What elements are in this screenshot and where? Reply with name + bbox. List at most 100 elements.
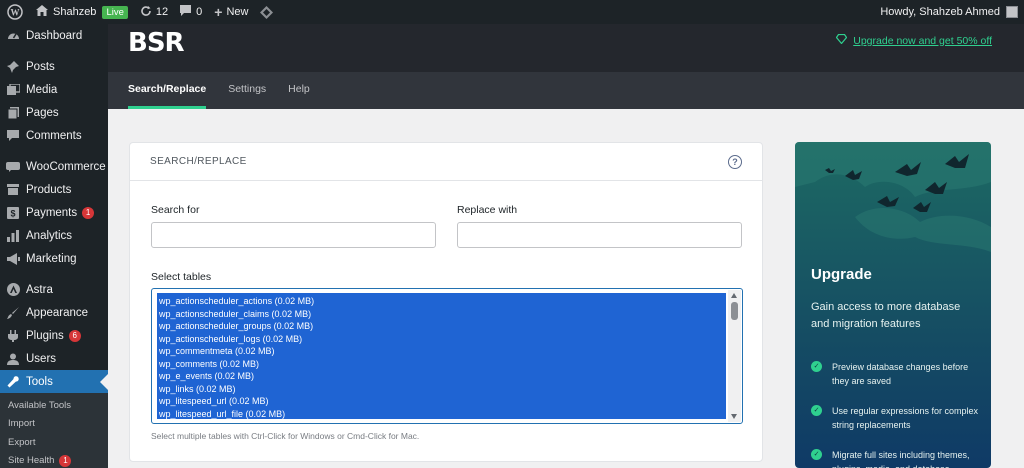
pin-icon — [6, 60, 20, 74]
site-health-count-badge: 1 — [59, 454, 72, 467]
scroll-thumb[interactable] — [731, 302, 738, 320]
scroll-down-arrow-icon[interactable] — [731, 414, 737, 419]
admin-bar: W Shahzeb Live 12 0 + New Howdy, Shahzeb… — [0, 0, 1024, 24]
sidebar-item-analytics[interactable]: Analytics — [0, 224, 108, 247]
svg-text:W: W — [11, 8, 20, 18]
new-content-link[interactable]: + New — [208, 0, 254, 24]
sidebar-item-pages[interactable]: Pages — [0, 101, 108, 124]
table-option[interactable]: wp_comments (0.02 MB) — [157, 358, 726, 371]
sidebar-item-label: Marketing — [26, 252, 77, 265]
submenu-item-import[interactable]: Import — [0, 415, 108, 434]
tab-search-replace[interactable]: Search/Replace — [128, 72, 207, 109]
sidebar-item-label: Pages — [26, 106, 59, 119]
sidebar-item-label: Appearance — [26, 306, 89, 319]
svg-text:$: $ — [10, 208, 15, 218]
submenu-item-label: Export — [8, 436, 36, 448]
sidebar-item-dashboard[interactable]: Dashboard — [0, 24, 108, 47]
sidebar-item-users[interactable]: Users — [0, 347, 108, 370]
search-for-label: Search for — [151, 204, 200, 216]
submenu-item-export[interactable]: Export — [0, 433, 108, 452]
submenu-item-available-tools[interactable]: Available Tools — [0, 396, 108, 415]
sidebar-item-media[interactable]: Media — [0, 78, 108, 101]
wordpress-logo-icon[interactable]: W — [0, 0, 30, 24]
sidebar-item-label: Dashboard — [26, 29, 83, 42]
table-option[interactable]: wp_commentmeta (0.02 MB) — [157, 345, 726, 358]
search-input[interactable] — [151, 222, 436, 248]
table-option[interactable]: wp_actionscheduler_groups (0.02 MB) — [157, 320, 726, 333]
table-option[interactable]: wp_actionscheduler_actions (0.02 MB) — [157, 295, 726, 308]
check-icon: ✓ — [811, 405, 822, 416]
admin-sidebar: Dashboard Posts Media Pages Comments Woo… — [0, 24, 108, 468]
sidebar-item-plugins[interactable]: Plugins 6 — [0, 324, 108, 347]
sidebar-item-tools[interactable]: Tools — [0, 370, 108, 393]
bsr-logo: BSR — [128, 28, 185, 58]
sidebar-item-products[interactable]: Products — [0, 178, 108, 201]
promo-title: Upgrade — [811, 266, 872, 283]
table-option[interactable]: wp_litespeed_url (0.02 MB) — [157, 395, 726, 408]
sidebar-item-astra[interactable]: Astra — [0, 278, 108, 301]
plus-icon: + — [214, 4, 223, 20]
dashboard-icon — [6, 29, 20, 43]
upgrade-link-label: Upgrade now and get 50% off — [853, 34, 992, 47]
site-name-link[interactable]: Shahzeb Live — [30, 0, 134, 24]
tables-select[interactable]: wp_actionscheduler_actions (0.02 MB) wp_… — [151, 288, 743, 424]
scroll-up-arrow-icon[interactable] — [731, 293, 737, 298]
payments-count-badge: 1 — [82, 206, 95, 219]
table-option[interactable]: wp_e_events (0.02 MB) — [157, 370, 726, 383]
comments-count: 0 — [196, 6, 203, 18]
table-option[interactable]: wp_links (0.02 MB) — [157, 383, 726, 396]
account-menu[interactable]: Howdy, Shahzeb Ahmed — [874, 0, 1024, 24]
sidebar-item-woocommerce[interactable]: WooCommerce — [0, 155, 108, 178]
sidebar-item-label: Payments — [26, 206, 78, 219]
megaphone-icon — [6, 252, 20, 266]
replace-with-label: Replace with — [457, 204, 518, 216]
sidebar-item-appearance[interactable]: Appearance — [0, 301, 108, 324]
sidebar-item-payments[interactable]: $ Payments 1 — [0, 201, 108, 224]
sidebar-item-comments[interactable]: Comments — [0, 124, 108, 147]
updates-link[interactable]: 12 — [134, 0, 174, 24]
card-header: SEARCH/REPLACE ? — [130, 143, 762, 181]
replace-input[interactable] — [457, 222, 742, 248]
comment-bubble-icon — [180, 5, 192, 19]
sidebar-item-marketing[interactable]: Marketing — [0, 247, 108, 270]
updates-count: 12 — [155, 6, 169, 18]
sidebar-item-posts[interactable]: Posts — [0, 55, 108, 78]
plugin-tabs: Search/Replace Settings Help — [108, 72, 1024, 109]
comment-icon — [6, 129, 20, 143]
wrench-icon — [6, 375, 20, 389]
promo-description: Gain access to more database and migrati… — [811, 301, 961, 330]
sidebar-item-label: Analytics — [26, 229, 73, 242]
tools-submenu: Available Tools Import Export Site Healt… — [0, 393, 108, 468]
card-title: SEARCH/REPLACE — [150, 156, 247, 167]
comments-link[interactable]: 0 — [174, 0, 208, 24]
sidebar-item-label: Comments — [26, 129, 82, 142]
chart-icon — [6, 229, 20, 243]
upgrade-promo-panel: Upgrade Gain access to more database and… — [795, 142, 991, 468]
sidebar-item-label: Users — [26, 352, 57, 365]
upgrade-link[interactable]: Upgrade now and get 50% off — [836, 33, 992, 47]
tables-scrollbar[interactable] — [728, 290, 741, 422]
howdy-text: Howdy, Shahzeb Ahmed — [880, 6, 1000, 18]
woocommerce-icon — [6, 160, 20, 174]
submenu-item-label: Available Tools — [8, 399, 72, 411]
sidebar-item-label: Astra — [26, 283, 53, 296]
tab-help[interactable]: Help — [288, 72, 310, 109]
promo-feature-text: Use regular expressions for complex stri… — [832, 406, 979, 430]
promo-feature: ✓ Migrate full sites including themes, p… — [811, 448, 983, 468]
promo-feature: ✓ Use regular expressions for complex st… — [811, 404, 983, 432]
plugin-icon — [6, 329, 20, 343]
home-icon — [36, 5, 48, 19]
table-option[interactable]: wp_actionscheduler_logs (0.02 MB) — [157, 333, 726, 346]
table-option[interactable]: wp_litespeed_url_file (0.02 MB) — [157, 408, 726, 420]
promo-feature: ✓ Preview database changes before they a… — [811, 360, 983, 388]
check-icon: ✓ — [811, 449, 822, 460]
tab-settings[interactable]: Settings — [228, 72, 266, 109]
diamond-icon — [836, 33, 853, 47]
pages-icon — [6, 106, 20, 120]
submenu-item-site-health[interactable]: Site Health 1 — [0, 452, 108, 468]
diamond-plugin-icon[interactable] — [254, 0, 279, 24]
check-icon: ✓ — [811, 361, 822, 372]
sidebar-item-label: Tools — [26, 375, 53, 388]
help-icon[interactable]: ? — [728, 154, 742, 169]
table-option[interactable]: wp_actionscheduler_claims (0.02 MB) — [157, 308, 726, 321]
